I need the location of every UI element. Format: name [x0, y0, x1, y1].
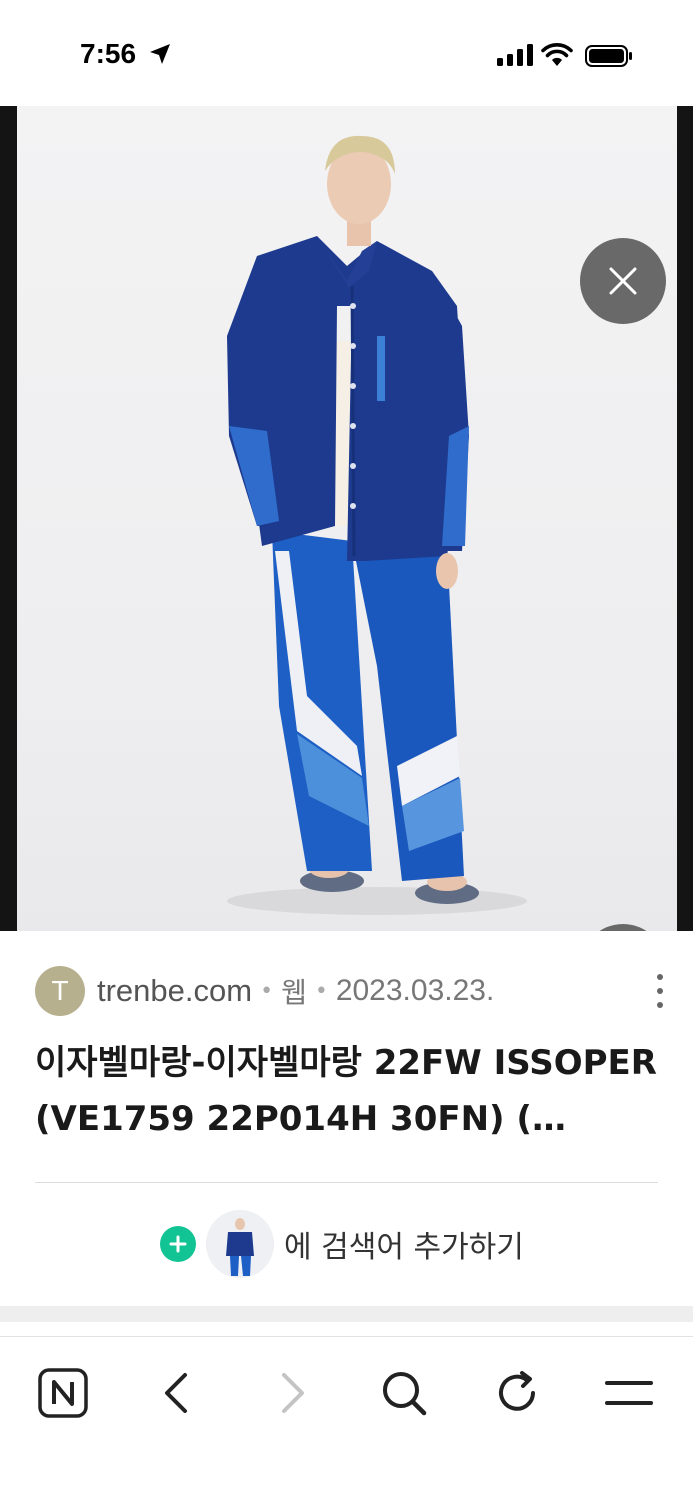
naver-home-button[interactable]	[33, 1363, 93, 1423]
back-icon	[165, 1373, 187, 1413]
wifi-icon	[541, 43, 573, 66]
result-date: 2023.03.23.	[335, 974, 495, 1007]
back-button[interactable]	[147, 1363, 207, 1423]
image-thumbnail	[206, 1210, 274, 1278]
status-bar: 7:56	[0, 0, 693, 106]
refresh-button[interactable]	[487, 1363, 547, 1423]
result-title[interactable]: 이자벨마랑-이자벨마랑 22FW ISSOPER (VE1759 22P014H…	[35, 1035, 660, 1147]
model-illustration	[227, 135, 527, 915]
refresh-icon	[499, 1371, 535, 1411]
forward-button[interactable]	[262, 1363, 322, 1423]
status-time: 7:56	[80, 38, 137, 69]
search-icon	[383, 1372, 427, 1416]
battery-icon	[585, 45, 632, 67]
cellular-signal-icon	[497, 44, 533, 66]
location-arrow-icon	[150, 44, 170, 64]
section-gap	[0, 1306, 693, 1322]
search-result-card[interactable]: T trenbe.com • 웹 • 2023.03.23. 이자벨마랑-이자벨…	[0, 931, 693, 1306]
source-row: T trenbe.com • 웹 • 2023.03.23.	[35, 966, 665, 1016]
close-icon	[609, 267, 637, 295]
menu-button[interactable]	[599, 1363, 659, 1423]
divider	[35, 1182, 658, 1183]
image-viewer	[0, 106, 693, 1010]
close-button[interactable]	[580, 238, 666, 324]
naver-home-icon	[38, 1368, 88, 1418]
more-options-icon[interactable]	[655, 974, 665, 1008]
separator: •	[314, 978, 328, 1004]
forward-icon	[282, 1373, 304, 1413]
add-keyword-label: 에 검색어 추가하기	[284, 1230, 524, 1265]
site-name[interactable]: trenbe.com	[97, 973, 252, 1009]
add-keyword-button[interactable]: 에 검색어 추가하기	[160, 1208, 524, 1280]
plus-icon	[160, 1226, 196, 1262]
search-button[interactable]	[374, 1363, 434, 1423]
separator: •	[260, 978, 274, 1004]
menu-icon	[605, 1381, 653, 1405]
result-type: 웹	[281, 976, 307, 1009]
product-photo[interactable]	[17, 106, 677, 931]
site-avatar: T	[35, 966, 85, 1016]
bottom-toolbar	[0, 1336, 693, 1500]
